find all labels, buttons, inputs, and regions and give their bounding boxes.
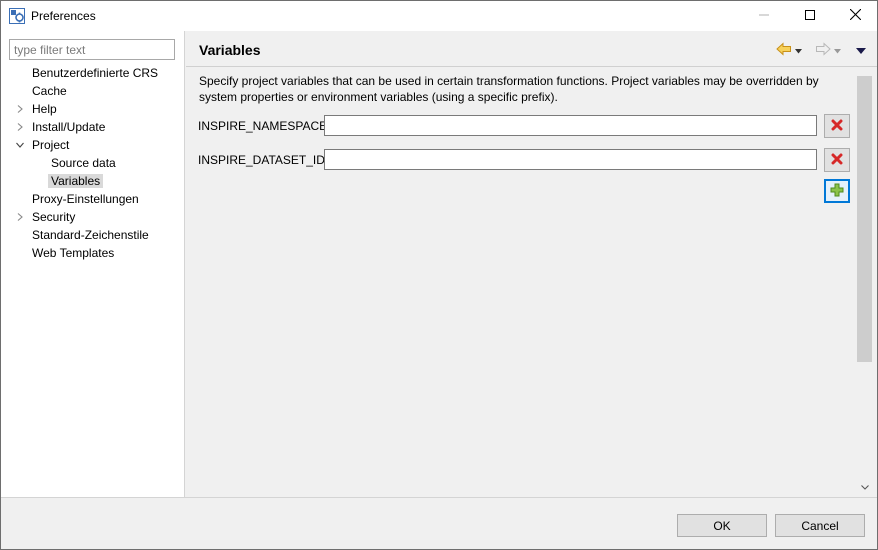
page-header: Variables: [186, 31, 877, 67]
back-button[interactable]: [776, 41, 802, 59]
chevron-down-icon: [795, 43, 802, 57]
variable-name-label: INSPIRE_DATASET_ID: [198, 153, 325, 167]
back-arrow-icon: [776, 41, 792, 59]
tree-item-label: Variables: [48, 174, 104, 188]
close-button[interactable]: [832, 1, 878, 31]
tree-item-label: Security: [32, 210, 76, 224]
tree-item-security[interactable]: Security: [29, 208, 78, 226]
window-title: Preferences: [31, 9, 96, 23]
tree-item-label: Project: [32, 138, 70, 152]
remove-icon: [831, 119, 843, 134]
tree-item-label: Web Templates: [32, 246, 115, 260]
page-description: Specify project variables that can be us…: [199, 74, 819, 104]
minimize-icon: [759, 9, 769, 23]
close-icon: [849, 8, 861, 23]
tree-item-source-data[interactable]: Source data: [48, 154, 119, 172]
vertical-scrollbar[interactable]: [856, 67, 874, 495]
chevron-down-icon: [834, 43, 841, 57]
tree-item-cache[interactable]: Cache: [29, 82, 70, 100]
tree-item-standard-zeichenstile[interactable]: Standard-Zeichenstile: [29, 226, 152, 244]
tree-item-web-templates[interactable]: Web Templates: [29, 244, 117, 262]
add-icon: [830, 183, 844, 200]
remove-icon: [831, 153, 843, 168]
tree-item-label: Install/Update: [32, 120, 106, 134]
preferences-dialog: Preferences Benutzerdefinierte CRS Cache: [0, 0, 878, 550]
preference-page: Variables Specify project variables that…: [186, 31, 877, 497]
preferences-tree-panel: Benutzerdefinierte CRS Cache Help Instal…: [1, 31, 185, 497]
tree-item-variables[interactable]: Variables: [48, 172, 104, 190]
tree-item-project[interactable]: Project: [29, 136, 72, 154]
forward-arrow-icon: [815, 41, 831, 59]
variable-value-input[interactable]: [324, 115, 817, 136]
tree-item-benutzerdefinierte-crs[interactable]: Benutzerdefinierte CRS: [29, 64, 161, 82]
chevron-right-icon[interactable]: [14, 208, 26, 226]
chevron-right-icon[interactable]: [14, 118, 26, 136]
page-title: Variables: [199, 42, 261, 58]
variable-name-label: INSPIRE_NAMESPACE: [198, 119, 328, 133]
title-bar: Preferences: [1, 1, 877, 31]
maximize-icon: [805, 9, 815, 23]
remove-variable-button[interactable]: [824, 114, 850, 138]
tree-item-proxy-einstellungen[interactable]: Proxy-Einstellungen: [29, 190, 142, 208]
view-menu-button[interactable]: [856, 42, 866, 58]
filter-input[interactable]: [9, 39, 175, 60]
tree-item-label: Benutzerdefinierte CRS: [32, 66, 159, 80]
chevron-down-icon: [861, 479, 869, 493]
add-variable-button[interactable]: [824, 179, 850, 203]
tree-item-label: Source data: [51, 156, 116, 170]
scrollbar-thumb[interactable]: [857, 76, 872, 362]
preferences-icon: [9, 8, 25, 24]
tree-item-label: Cache: [32, 84, 67, 98]
variable-value-input[interactable]: [324, 149, 817, 170]
tree-item-help[interactable]: Help: [29, 100, 60, 118]
chevron-right-icon[interactable]: [14, 100, 26, 118]
maximize-button[interactable]: [787, 1, 833, 31]
scroll-down-button[interactable]: [856, 477, 874, 495]
ok-button[interactable]: OK: [677, 514, 767, 537]
tree-item-label: Proxy-Einstellungen: [32, 192, 139, 206]
chevron-down-icon[interactable]: [14, 136, 26, 154]
tree-item-install-update[interactable]: Install/Update: [29, 118, 108, 136]
tree-item-label: Standard-Zeichenstile: [32, 228, 149, 242]
dialog-button-bar: OK Cancel: [1, 497, 877, 549]
cancel-button[interactable]: Cancel: [775, 514, 865, 537]
view-menu-icon: [856, 43, 866, 57]
tree-item-label: Help: [32, 102, 57, 116]
remove-variable-button[interactable]: [824, 148, 850, 172]
forward-button[interactable]: [815, 41, 841, 59]
minimize-button[interactable]: [741, 1, 787, 31]
